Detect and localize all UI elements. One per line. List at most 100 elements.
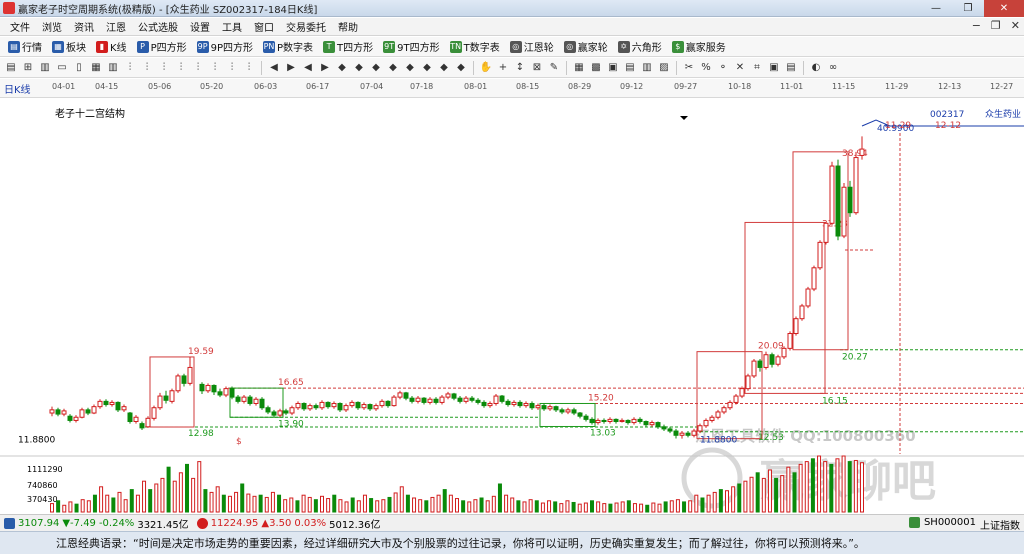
candle-body	[523, 402, 529, 407]
winner-wheel-button[interactable]: ◎ 赢家轮	[560, 39, 612, 54]
drawing-tool-icon[interactable]: ▶	[284, 61, 298, 75]
volume-bar	[430, 496, 435, 513]
mdi-close-button[interactable]: ✕	[1011, 19, 1020, 32]
drawing-tool-icon[interactable]: ⫶	[225, 61, 239, 75]
drawing-tool-icon[interactable]: ▨	[657, 61, 671, 75]
sz-index-change: ▲3.50	[261, 517, 292, 529]
kline-chart-svg[interactable]: 老子十二宫结构002317众生药业江恩工具软件 QQ:100800360赢家聊吧…	[0, 98, 1024, 514]
drawing-tool-icon[interactable]: ◀	[301, 61, 315, 75]
menu-tools[interactable]: 工具	[216, 19, 248, 34]
drawing-tool-icon[interactable]: ▣	[606, 61, 620, 75]
drawing-tool-icon[interactable]: ◆	[352, 61, 366, 75]
drawing-tool-icon[interactable]: ✕	[733, 61, 747, 75]
candle-body	[331, 402, 337, 408]
winner-service-button[interactable]: $ 赢家服务	[668, 39, 730, 54]
drawing-tool-icon[interactable]: ▤	[784, 61, 798, 75]
p-number-table-button[interactable]: PN P数字表	[259, 39, 317, 54]
hexagon-button[interactable]: ✡ 六角形	[614, 39, 666, 54]
drawing-tool-icon[interactable]: ◆	[437, 61, 451, 75]
drawing-tool-icon[interactable]: ⚬	[716, 61, 730, 75]
menu-news[interactable]: 资讯	[68, 19, 100, 34]
drawing-tool-icon[interactable]: ◆	[386, 61, 400, 75]
drawing-tool-icon[interactable]: ✋	[479, 61, 493, 75]
drawing-tool-icon[interactable]: %	[699, 61, 713, 75]
drawing-tool-icon[interactable]: ▦	[572, 61, 586, 75]
drawing-tool-icon[interactable]: ⫶	[157, 61, 171, 75]
drawing-tool-icon[interactable]: ⌗	[750, 61, 764, 75]
candle-body	[109, 401, 115, 406]
period-label[interactable]: 日K线	[4, 81, 31, 96]
p-square-button[interactable]: P P四方形	[133, 39, 191, 54]
sector-button[interactable]: ▦ 板块	[48, 39, 90, 54]
drawing-tool-icon[interactable]: ⊞	[21, 61, 35, 75]
drawing-tool-icon[interactable]: ▣	[767, 61, 781, 75]
drawing-tool-icon[interactable]: ▭	[55, 61, 69, 75]
drawing-tool-icon[interactable]: ▯	[72, 61, 86, 75]
volume-bar	[111, 497, 116, 513]
menu-gann[interactable]: 江恩	[100, 19, 132, 34]
drawing-tool-icon[interactable]: ▩	[589, 61, 603, 75]
gann-quote: 江恩经典语录：“时间是决定市场走势的重要因素，经过详细研究大市及个别股票的过往记…	[56, 537, 865, 550]
mdi-minimize-button[interactable]: −	[972, 19, 981, 32]
drawing-tool-icon[interactable]: ⫶	[123, 61, 137, 75]
sz-index-segment[interactable]: 11224.95 ▲3.50 0.03% 5012.36亿	[195, 516, 387, 531]
volume-bar	[307, 496, 312, 513]
drawing-tool-icon[interactable]: ⫶	[140, 61, 154, 75]
drawing-tool-icon[interactable]: ◆	[420, 61, 434, 75]
candle-body	[475, 399, 481, 403]
drawing-tool-icon[interactable]: ▥	[106, 61, 120, 75]
drawing-tool-icon[interactable]: ⫶	[208, 61, 222, 75]
drawing-tool-icon[interactable]: +	[496, 61, 510, 75]
drawing-tool-icon[interactable]: ▶	[318, 61, 332, 75]
menu-window[interactable]: 窗口	[248, 19, 280, 34]
status-right[interactable]: SH000001 上证指数	[908, 517, 1020, 532]
menu-settings[interactable]: 设置	[184, 19, 216, 34]
candle-body	[295, 402, 301, 409]
drawing-tool-icon[interactable]: ◆	[454, 61, 468, 75]
drawing-tool-icon[interactable]: ⫶	[242, 61, 256, 75]
drawing-tool-icon[interactable]: ▥	[640, 61, 654, 75]
drawing-tool-icon[interactable]: ⫶	[191, 61, 205, 75]
menu-file[interactable]: 文件	[4, 19, 36, 34]
toolbar-label: T数字表	[463, 43, 500, 54]
drawing-tool-icon[interactable]: ◆	[369, 61, 383, 75]
quote-button[interactable]: ▤ 行情	[4, 39, 46, 54]
drawing-tool-icon[interactable]: ◀	[267, 61, 281, 75]
drawing-tool-icon[interactable]: ✎	[547, 61, 561, 75]
drawing-tool-icon[interactable]: ◆	[403, 61, 417, 75]
drawing-tool-icon[interactable]: ✂	[682, 61, 696, 75]
9p-square-button[interactable]: 9P 9P四方形	[193, 39, 257, 54]
volume-bar	[774, 477, 779, 513]
kline-button[interactable]: ▮ K线	[92, 39, 131, 54]
drawing-tool-icon[interactable]: ▥	[38, 61, 52, 75]
menu-formula-screen[interactable]: 公式选股	[132, 19, 184, 34]
maximize-button[interactable]: ❐	[952, 0, 984, 17]
price-label: 20.09	[758, 342, 784, 352]
9t-square-button[interactable]: 9T 9T四方形	[379, 39, 443, 54]
kline-chart[interactable]: 老子十二宫结构002317众生药业江恩工具软件 QQ:100800360赢家聊吧…	[0, 98, 1024, 514]
drawing-tool-icon[interactable]: ∞	[826, 61, 840, 75]
gann-wheel-button[interactable]: ◎ 江恩轮	[506, 39, 558, 54]
t-square-button[interactable]: T T四方形	[319, 39, 377, 54]
close-button[interactable]: ✕	[984, 0, 1024, 17]
sh-index-segment[interactable]: 3107.94 ▼-7.49 -0.24% 3321.45亿	[2, 516, 195, 531]
menu-browse[interactable]: 浏览	[36, 19, 68, 34]
candle-body	[583, 415, 589, 420]
mdi-restore-button[interactable]: ❐	[991, 19, 1001, 32]
minimize-button[interactable]: —	[920, 0, 952, 17]
drawing-tool-icon[interactable]: ⫶	[174, 61, 188, 75]
drawing-tool-icon[interactable]: ◐	[809, 61, 823, 75]
menu-help[interactable]: 帮助	[332, 19, 364, 34]
drawing-tool-icon[interactable]: ▦	[89, 61, 103, 75]
drawing-tool-icon[interactable]: ▤	[4, 61, 18, 75]
drawing-tool-icon[interactable]: ◆	[335, 61, 349, 75]
drawing-tool-icon[interactable]: ⊠	[530, 61, 544, 75]
drawing-tool-icon[interactable]: ▤	[623, 61, 637, 75]
candle-body	[343, 405, 349, 411]
volume-bar	[743, 480, 748, 513]
drawing-tool-icon[interactable]: ↕	[513, 61, 527, 75]
t-number-table-button[interactable]: TN T数字表	[446, 39, 504, 54]
candle-body	[217, 391, 223, 396]
menu-trade[interactable]: 交易委托	[280, 19, 332, 34]
candle-body	[541, 405, 547, 410]
